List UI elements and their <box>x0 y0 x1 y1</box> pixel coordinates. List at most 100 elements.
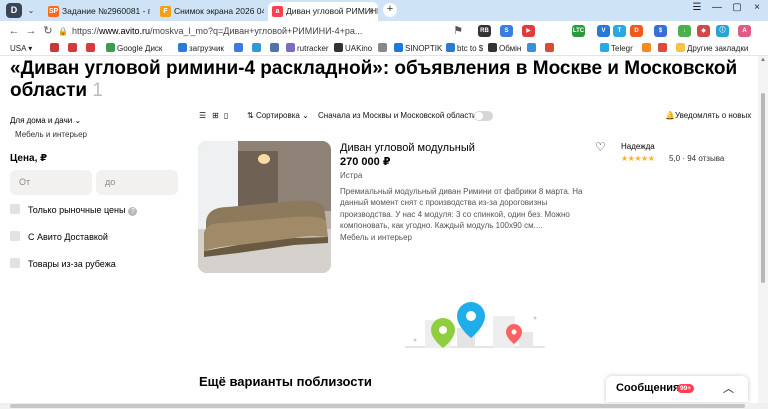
bookmark-item[interactable] <box>378 43 389 55</box>
tab-task[interactable]: SPЗадание №2960081 - прос <box>44 2 150 21</box>
notify-new-button[interactable]: 🔔Уведомлять о новых <box>665 111 751 120</box>
extension-icon[interactable]: ◆ <box>697 25 710 37</box>
close-window-icon[interactable]: × <box>750 2 764 13</box>
yandex-app-icon[interactable]: D <box>6 3 22 18</box>
bookmark-item[interactable] <box>86 43 97 55</box>
listing-title[interactable]: Диван угловой модульный <box>340 142 475 154</box>
minimize-window-icon[interactable]: — <box>710 2 724 13</box>
checkbox-box[interactable] <box>10 231 20 241</box>
view-grid-icon[interactable]: ⊞ <box>212 111 219 120</box>
bookmark-item[interactable] <box>527 43 538 55</box>
checkbox-market-prices[interactable]: Только рыночные цены? <box>10 204 138 216</box>
extension-icon[interactable]: S <box>500 25 513 37</box>
seller-rating[interactable]: 5,0 · 94 отзыва <box>669 154 724 163</box>
bookmark-rutracker[interactable]: rutracker <box>286 43 329 55</box>
chevron-down-icon: ⌄ <box>74 116 82 125</box>
extension-icon[interactable]: D <box>630 25 643 37</box>
chevron-down-icon: ⌄ <box>302 111 309 120</box>
bookmark-icon <box>286 43 295 52</box>
seller-name[interactable]: Надежда <box>621 142 655 151</box>
scroll-up-arrow-icon[interactable]: ▲ <box>760 57 766 63</box>
listing-description: Премиальный модульный диван Римини от фа… <box>340 187 583 230</box>
url-field[interactable]: 🔒 https://www.avito.ru/moskva_l_mo?q=Дива… <box>58 24 470 39</box>
checkbox-label: С Авито Доставкой <box>28 232 108 242</box>
favorite-heart-icon[interactable]: ♡ <box>595 140 606 154</box>
bookmark-item[interactable] <box>545 43 556 55</box>
bookmark-other-folder[interactable]: Другие закладки <box>676 43 748 55</box>
messages-widget[interactable]: Сообщения 99+ ︿ <box>606 376 748 402</box>
price-from-input[interactable]: От <box>10 170 92 195</box>
checkbox-box[interactable] <box>10 204 20 214</box>
bookmark-icon <box>68 43 77 52</box>
extension-icon[interactable]: ▶ <box>522 25 535 37</box>
extension-icon[interactable]: A <box>738 25 751 37</box>
horizontal-scrollbar-thumb[interactable] <box>10 404 745 408</box>
region-first-label: Сначала из Москвы и Московской области <box>318 111 477 120</box>
filter-category-label: Для дома и дачи <box>10 116 73 125</box>
horizontal-scrollbar[interactable] <box>0 403 768 409</box>
view-map-icon[interactable]: ▯ <box>224 111 228 120</box>
price-to-input[interactable]: до <box>96 170 178 195</box>
extension-icon[interactable]: ↓ <box>678 25 691 37</box>
bookmark-icon <box>446 43 455 52</box>
extension-icon[interactable]: ⓘ <box>716 25 729 37</box>
bookmark-item[interactable] <box>234 43 245 55</box>
bookmark-flag-icon[interactable]: ⚑ <box>452 24 464 39</box>
extension-icon[interactable]: T <box>613 25 626 37</box>
bookmark-icon <box>234 43 243 52</box>
tab-screenshot[interactable]: F Снимок экрана 2026 04 2 <box>156 2 264 21</box>
tabs-list-chevron-icon[interactable]: ⌄ <box>24 4 38 17</box>
extension-icon[interactable]: LTC <box>572 25 585 37</box>
bookmark-item[interactable] <box>68 43 79 55</box>
filter-category-item[interactable]: Мебель и интерьер <box>15 130 87 139</box>
reload-icon[interactable]: ↻ <box>42 24 54 39</box>
sort-label: Сортировка <box>255 111 300 120</box>
sort-dropdown[interactable]: ⇅ Сортировка ⌄ <box>247 111 309 120</box>
region-first-toggle[interactable] <box>474 111 493 121</box>
chevron-up-icon[interactable]: ︿ <box>723 380 734 396</box>
checkbox-box[interactable] <box>10 258 20 268</box>
checkbox-avito-delivery[interactable]: С Авито Доставкой <box>10 231 108 243</box>
extension-icon[interactable]: RB <box>478 25 491 37</box>
bookmark-item[interactable] <box>642 43 653 55</box>
bookmark-telegram[interactable]: Telegr <box>600 43 633 55</box>
forward-arrow-icon[interactable]: → <box>25 24 37 39</box>
question-icon[interactable]: ? <box>128 207 138 216</box>
page-title: «Диван угловой римини-4 раскладной»: объ… <box>10 58 745 102</box>
tab-title: Задание №2960081 - прос <box>62 6 150 16</box>
extension-icon[interactable]: $ <box>654 25 667 37</box>
bookmark-sinoptik[interactable]: SINOPTIK <box>394 43 442 55</box>
vertical-scrollbar[interactable]: ▲ <box>758 56 768 403</box>
bookmark-icon <box>527 43 536 52</box>
bookmark-google-drive[interactable]: Google Диск <box>106 43 162 55</box>
bookmark-exchange[interactable]: Обмін <box>488 43 521 55</box>
bookmark-label: Другие закладки <box>687 44 749 53</box>
bookmark-btc[interactable]: btc to $ <box>446 43 483 55</box>
messages-label: Сообщения <box>616 382 680 394</box>
vertical-scrollbar-thumb[interactable] <box>761 93 765 283</box>
view-list-icon[interactable]: ☰ <box>199 111 206 120</box>
listing-location: Истра <box>340 171 363 180</box>
maximize-window-icon[interactable]: ▢ <box>730 2 744 13</box>
listing-photo[interactable] <box>198 141 331 273</box>
filter-category-heading[interactable]: Для дома и дачи ⌄ <box>10 116 81 125</box>
bookmark-item[interactable] <box>50 43 61 55</box>
bookmark-item[interactable] <box>658 43 669 55</box>
bookmark-usa[interactable]: USA ▾ <box>10 43 32 55</box>
sofa-photo-image <box>198 141 331 273</box>
bookmark-item[interactable] <box>252 43 263 55</box>
bookmark-downloader[interactable]: загрузчик <box>178 43 224 55</box>
bookmark-uakino[interactable]: UAKino <box>334 43 372 55</box>
extension-icon[interactable]: V <box>597 25 610 37</box>
new-tab-button[interactable]: + <box>383 3 397 17</box>
browser-tab-strip: D ⌄ SPЗадание №2960081 - прос FСнимок эк… <box>0 0 768 21</box>
tab-close-icon[interactable]: × <box>369 2 374 21</box>
bookmark-item[interactable] <box>270 43 281 55</box>
browser-menu-icon[interactable]: ☰ <box>690 2 704 13</box>
checkbox-abroad-goods[interactable]: Товары из-за рубежа <box>10 258 116 270</box>
back-arrow-icon[interactable]: ← <box>8 24 20 39</box>
tab-avito-active[interactable]: aДиван угловой РИМИНИ-4 × <box>268 2 378 21</box>
notify-label: Уведомлять о новых <box>674 111 752 120</box>
bookmark-label: UAKino <box>345 44 373 53</box>
checkbox-label: Только рыночные цены <box>28 205 126 215</box>
